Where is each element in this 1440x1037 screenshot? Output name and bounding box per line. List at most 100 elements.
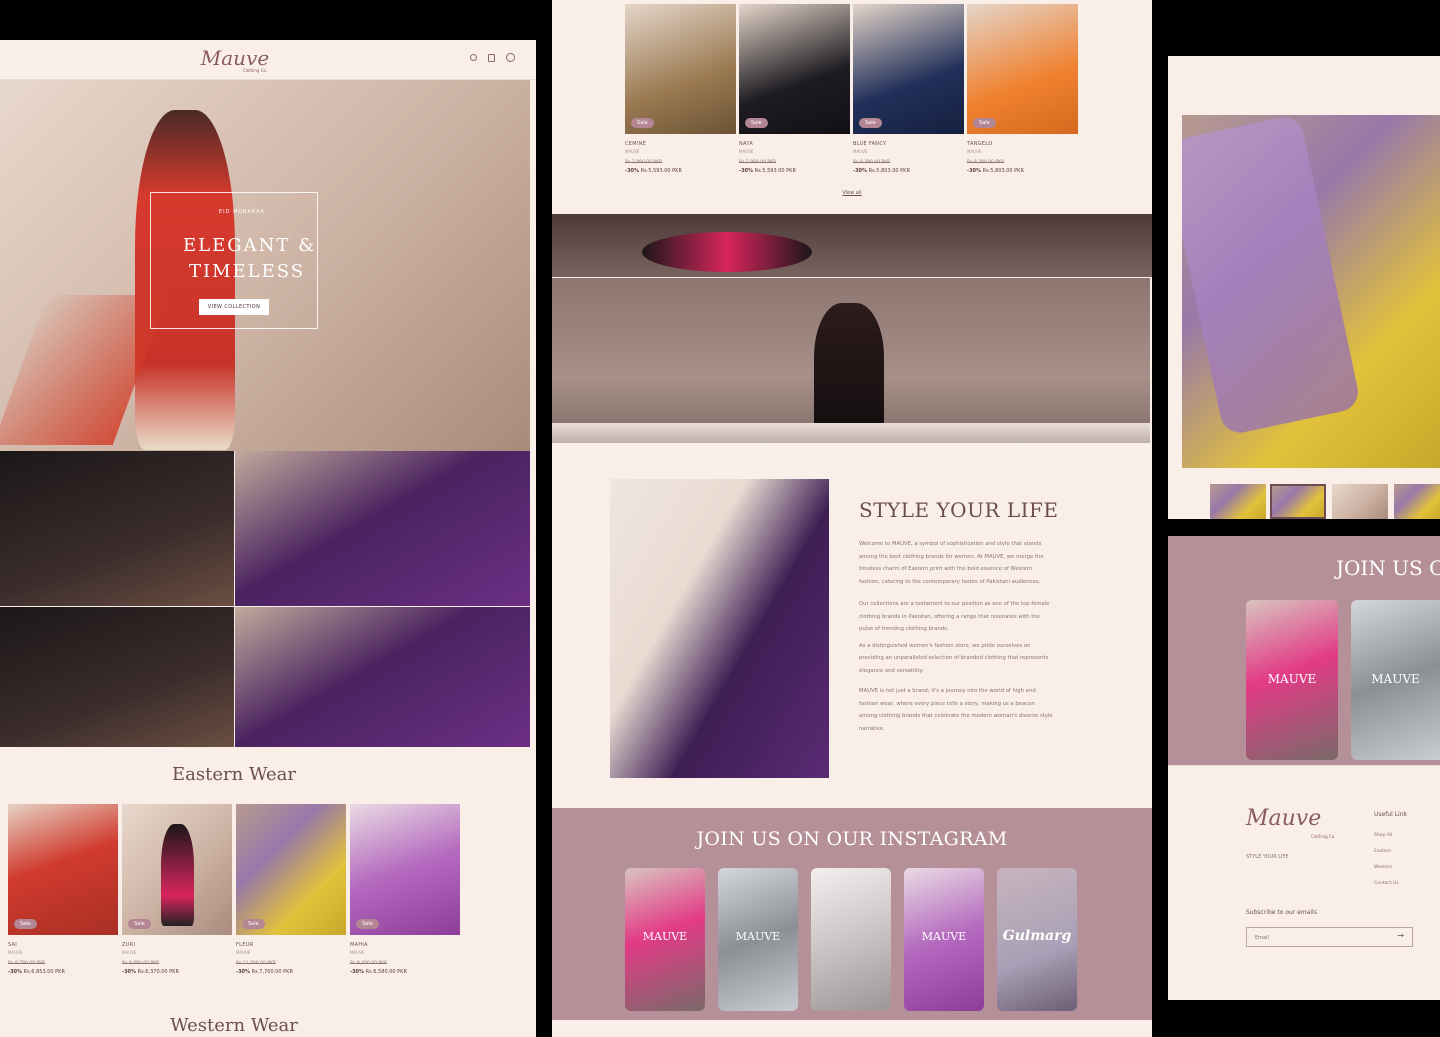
collage-image-purple-1 [235,451,530,606]
product-card-tangelo[interactable]: Sale TANGELO MAUVE Rs.8,290.00 PKR -30% … [967,4,1078,174]
view-all-link[interactable]: View all [832,190,872,196]
discount-label: -30% [350,969,365,975]
discount-label: -30% [8,969,23,975]
product-price: -30% Rs.6,580.00 PKR [350,969,460,975]
product-card-zuri[interactable]: Sale ZURI MAUVE Rs.9,090.00 PKR -30% Rs.… [122,804,232,975]
product-vendor: MAUVE [350,950,365,955]
sale-badge: Sale [973,118,996,128]
hero-title-line1: ELEGANT & [183,235,317,256]
product-vendor: MAUVE [236,950,251,955]
instagram-post-brand: MAUVE [1267,672,1317,686]
sale-price: Rs.7,700.00 PKR [251,969,293,975]
instagram-post-2[interactable]: MAUVE [718,868,798,1011]
product-name[interactable]: TANGELO [967,141,1078,147]
instagram-post-4[interactable]: MAUVE [904,868,984,1011]
style-paragraph-1: Welcome to MAUVE, a symbol of sophistica… [859,541,1044,585]
product-card-fleur[interactable]: Sale FLEUR MAUVE Rs.11,000.00 PKR -30% R… [236,804,346,975]
instagram-section-cropped: JOIN US O MAUVE MAUVE [1168,536,1440,765]
footer-link-western[interactable]: Western [1374,865,1392,870]
product-name[interactable]: SAI [8,942,118,948]
product-price: -30% Rs.6,853.00 PKR [8,969,118,975]
hero-image: EID MUBARAK ELEGANT & TIMELESS VIEW COLL… [0,80,530,451]
product-vendor: MAUVE [967,149,982,154]
product-image[interactable]: Sale [967,4,1078,134]
product-image[interactable]: Sale [625,4,736,134]
product-image[interactable]: Sale [236,804,346,935]
sale-badge: Sale [631,118,654,128]
style-heading: STYLE YOUR LIFE [859,498,1059,522]
eastern-wear-heading: Eastern Wear [172,764,296,785]
product-vendor: MAUVE [122,950,137,955]
hero-title-line2: TIMELESS [189,261,306,282]
product-image[interactable]: Sale [350,804,460,935]
sale-badge: Sale [128,919,151,929]
product-price: -30% Rs.7,700.00 PKR [236,969,346,975]
product-card-blue-fancy[interactable]: Sale BLUE FANCY MAUVE Rs.8,290.00 PKR -3… [853,4,964,174]
brand-logo[interactable]: Mauve Clothing Co. [190,46,280,73]
footer-logo[interactable]: Mauve [1246,806,1321,831]
instagram-post-3[interactable] [811,868,891,1011]
product-name[interactable]: FLEUR [236,942,346,948]
instagram-heading-cropped: JOIN US O [1336,556,1440,580]
style-paragraph-4: MAUVE is not just a brand; it's a journe… [859,688,1053,732]
style-body: Welcome to MAUVE, a symbol of sophistica… [859,538,1054,735]
email-field[interactable]: → [1246,927,1413,947]
sale-price: Rs.5,593.00 PKR [640,168,682,174]
footer-panel: JOIN US O MAUVE MAUVE Mauve Clothing Co.… [1168,536,1440,1000]
sale-price: Rs.5,593.00 PKR [754,168,796,174]
brand-name: Mauve [200,46,270,70]
product-image[interactable]: Sale [8,804,118,935]
instagram-post-5[interactable]: Gulmarg [997,868,1077,1011]
bag-icon[interactable] [488,54,495,62]
product-name[interactable]: BLUE FANCY [853,141,964,147]
product-old-price: Rs.9,790.00 PKR [8,961,46,966]
useful-links-title: Useful Link [1374,811,1407,818]
search-icon[interactable] [470,54,477,61]
product-image[interactable]: Sale [122,804,232,935]
arrow-right-icon[interactable]: → [1397,931,1404,940]
product-old-price: Rs.7,990.00 PKR [625,160,663,165]
instagram-post-brand: MAUVE [735,930,781,943]
product-name[interactable]: NAYA [739,141,850,147]
thumbnail-3[interactable] [1332,484,1388,519]
collage-image-purple-2 [235,607,530,747]
instagram-section: JOIN US ON OUR INSTAGRAM MAUVE MAUVE MAU… [552,808,1152,1020]
thumbnail-2-selected[interactable] [1270,484,1326,519]
instagram-post-brand: MAUVE [642,930,688,943]
footer-tagline: STYLE YOUR LIFE [1246,854,1289,860]
instagram-post-2[interactable]: MAUVE [1351,600,1440,760]
footer-link-eastern[interactable]: Eastern [1374,849,1391,854]
instagram-post-1[interactable]: MAUVE [1246,600,1338,760]
style-paragraph-3: As a distinguished women's fashion store… [859,642,1049,674]
banner-image-top [552,214,1152,277]
product-vendor: MAUVE [625,149,640,154]
thumbnail-4[interactable] [1394,484,1440,519]
view-collection-button[interactable]: VIEW COLLECTION [199,299,269,315]
product-name[interactable]: ZURI [122,942,232,948]
product-image[interactable]: Sale [853,4,964,134]
instagram-post-1[interactable]: MAUVE [625,868,705,1011]
product-old-price: Rs.9,090.00 PKR [122,961,160,966]
hero-kicker: EID MUBARAK [219,209,265,215]
product-card-sai[interactable]: Sale SAI MAUVE Rs.9,790.00 PKR -30% Rs.6… [8,804,118,975]
about-page-panel: Sale CEMINE MAUVE Rs.7,990.00 PKR -30% R… [552,0,1152,1037]
sale-badge: Sale [14,919,37,929]
footer-link-shop-all[interactable]: Shop All [1374,833,1392,838]
thumbnail-1[interactable] [1210,484,1266,519]
email-input[interactable] [1255,932,1385,943]
product-name[interactable]: MAHIA [350,942,460,948]
product-card-cemine[interactable]: Sale CEMINE MAUVE Rs.7,990.00 PKR -30% R… [625,4,736,174]
product-price: -30% Rs.5,593.00 PKR [739,168,850,174]
product-card-naya[interactable]: Sale NAYA MAUVE Rs.7,990.00 PKR -30% Rs.… [739,4,850,174]
product-detail-panel [1168,56,1440,519]
product-name[interactable]: CEMINE [625,141,736,147]
product-image[interactable]: Sale [739,4,850,134]
product-card-mahia[interactable]: Sale MAHIA MAUVE Rs.9,400.00 PKR -30% Rs… [350,804,460,975]
product-old-price: Rs.8,290.00 PKR [967,160,1005,165]
sale-badge: Sale [859,118,882,128]
discount-label: -30% [122,969,137,975]
sale-price: Rs.6,580.00 PKR [365,969,407,975]
whatsapp-icon[interactable] [506,53,515,62]
collage-image-black-2 [0,607,234,747]
footer-link-contact[interactable]: Contact Us [1374,881,1399,886]
